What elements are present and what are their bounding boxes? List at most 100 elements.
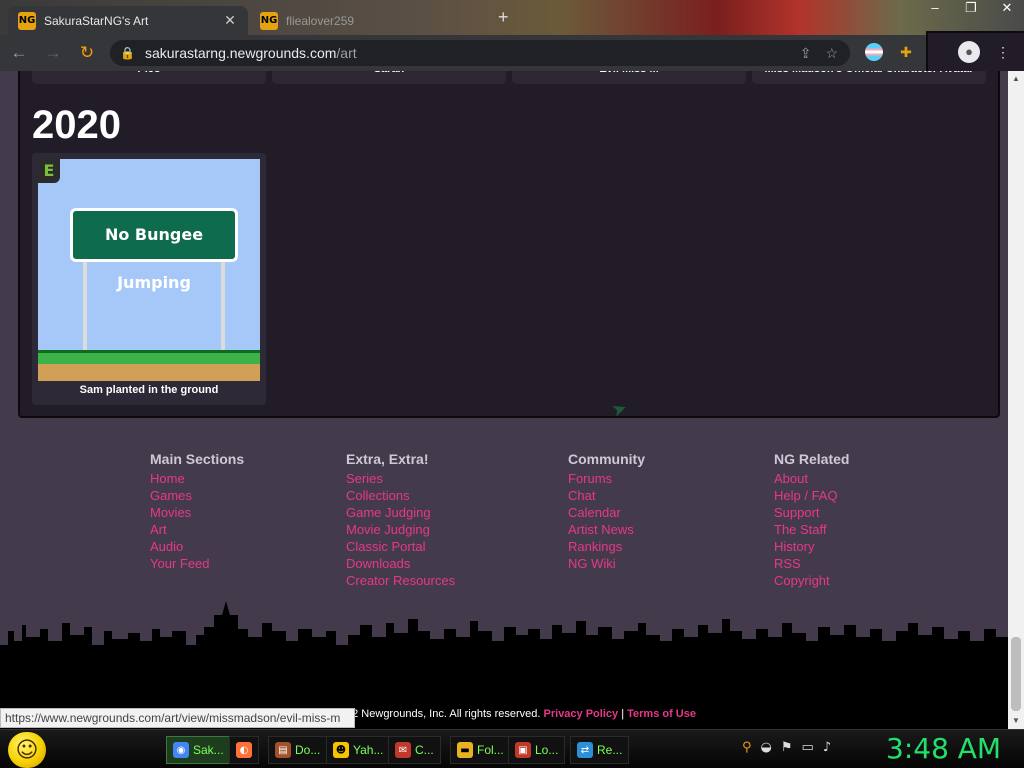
footer-link-copyright[interactable]: Copyright: [774, 572, 849, 589]
footer-link-forums[interactable]: Forums: [568, 470, 645, 487]
system-tray: ⚲ ◒ ⚑ ▭ ♪: [742, 740, 831, 755]
privacy-policy-link[interactable]: Privacy Policy: [544, 708, 619, 720]
footer-link-art[interactable]: Art: [150, 521, 244, 538]
footer-link-downloads[interactable]: Downloads: [346, 555, 455, 572]
scroll-up-icon[interactable]: ▲: [1008, 71, 1024, 87]
scroll-down-icon[interactable]: ▼: [1008, 713, 1024, 729]
footer-link-creator-resources[interactable]: Creator Resources: [346, 572, 455, 589]
taskbar-item-document[interactable]: ▤ Do...: [268, 736, 328, 764]
previous-art-row: Pico Sarah Evil Miss M Miss Madson's Off…: [32, 71, 986, 84]
footer-link-about[interactable]: About: [774, 470, 849, 487]
mail-icon: ✉: [395, 742, 411, 758]
footer-heading: Extra, Extra!: [346, 451, 429, 467]
action-center-flag-icon[interactable]: ⚑: [781, 740, 793, 755]
copyright-text: 5-2022 Newgrounds, Inc. All rights reser…: [324, 708, 541, 720]
newgrounds-favicon-icon: NG: [260, 11, 278, 30]
taskbar-item-messenger[interactable]: ☻ Yah...: [326, 736, 391, 764]
scrollbar-thumb[interactable]: [1011, 637, 1021, 711]
footer-link-collections[interactable]: Collections: [346, 487, 455, 504]
back-arrow-icon[interactable]: ←: [4, 38, 34, 68]
url-bar[interactable]: 🔒 sakurastarng.newgrounds.com/art ⇪ ☆: [110, 40, 850, 66]
tab-sakurastar-art[interactable]: NG SakuraStarNG's Art ✕: [8, 6, 248, 35]
art-card-cutoff[interactable]: Miss Madson's Official Character Avatar: [752, 71, 986, 84]
footer-link-help-faq[interactable]: Help / FAQ: [774, 487, 849, 504]
grass-strip: [38, 350, 260, 364]
footer-link-the-staff[interactable]: The Staff: [774, 521, 849, 538]
messenger-status-icon[interactable]: ◒: [761, 740, 772, 755]
taskbar-item-browser[interactable]: ◉ Sak...: [166, 736, 231, 764]
taskbar-item-firefox[interactable]: ◐: [229, 736, 259, 764]
volume-icon[interactable]: ♪: [823, 740, 831, 755]
taskbar-item-label: Fol...: [477, 743, 504, 757]
taskbar-clock[interactable]: 3:48 AM: [886, 732, 1001, 765]
os-taskbar: ☺ ◉ Sak... ◐ ▤ Do... ☻ Yah... ✉ C... ▬ F…: [0, 729, 1024, 768]
footer-link-movie-judging[interactable]: Movie Judging: [346, 521, 455, 538]
footer-link-audio[interactable]: Audio: [150, 538, 244, 555]
firefox-icon: ◐: [236, 742, 252, 758]
rating-e-badge: E: [38, 159, 60, 183]
footer-link-game-judging[interactable]: Game Judging: [346, 504, 455, 521]
footer-link-rankings[interactable]: Rankings: [568, 538, 645, 555]
footer-link-your-feed[interactable]: Your Feed: [150, 555, 244, 572]
search-icon[interactable]: ⚲: [742, 740, 752, 755]
restore-icon[interactable]: ❐: [962, 0, 980, 16]
close-tab-icon[interactable]: ✕: [222, 12, 238, 29]
art-title[interactable]: Sam planted in the ground: [32, 384, 266, 396]
footer-extra: Extra, Extra! Series Collections Game Ju…: [346, 451, 455, 589]
browser-menu-icon[interactable]: ⋮: [992, 41, 1014, 63]
network-tray-icon[interactable]: ▭: [802, 740, 814, 755]
forward-arrow-icon[interactable]: →: [38, 38, 68, 68]
footer-heading: Community: [568, 451, 645, 467]
taskbar-item-label: Lo...: [535, 743, 559, 757]
art-card[interactable]: No Bungee Jumping E Sam planted in the g…: [32, 153, 266, 405]
terms-of-use-link[interactable]: Terms of Use: [627, 708, 696, 720]
address-toolbar: ← → ↻ 🔒 sakurastarng.newgrounds.com/art …: [0, 31, 1024, 382]
tab-second[interactable]: NG fliealover259: [250, 6, 485, 35]
extensions-puzzle-icon[interactable]: ✚: [895, 41, 917, 63]
minimize-icon[interactable]: –: [926, 0, 944, 16]
footer-link-chat[interactable]: Chat: [568, 487, 645, 504]
start-smiley-icon[interactable]: ☺: [8, 732, 46, 768]
art-card-cutoff[interactable]: Pico: [32, 71, 266, 84]
taskbar-item-folder[interactable]: ▬ Fol...: [450, 736, 511, 764]
network-icon: ⇄: [577, 742, 593, 758]
art-thumbnail[interactable]: No Bungee Jumping E: [38, 159, 260, 381]
profile-avatar-icon[interactable]: ●: [958, 41, 980, 63]
art-card-cutoff[interactable]: Evil Miss M: [512, 71, 746, 84]
new-tab-button[interactable]: +: [498, 7, 509, 28]
sign-post-right: [221, 262, 225, 352]
taskbar-item-label: Yah...: [353, 743, 384, 757]
newgrounds-favicon-icon: NG: [18, 11, 36, 30]
footer-link-series[interactable]: Series: [346, 470, 455, 487]
taskbar-item-label: Do...: [295, 743, 321, 757]
reload-icon[interactable]: ↻: [72, 38, 102, 68]
footer-link-calendar[interactable]: Calendar: [568, 504, 645, 521]
taskbar-item-mail[interactable]: ✉ C...: [388, 736, 441, 764]
footer-link-history[interactable]: History: [774, 538, 849, 555]
bookmark-star-icon[interactable]: ☆: [825, 45, 838, 62]
art-card-cutoff[interactable]: Sarah: [272, 71, 506, 84]
taskbar-item-label: C...: [415, 743, 434, 757]
footer-link-movies[interactable]: Movies: [150, 504, 244, 521]
window-icon: ▣: [515, 742, 531, 758]
url-host: sakurastarng.newgrounds.com: [144, 45, 337, 61]
page-scrollbar[interactable]: ▲ ▼: [1008, 71, 1024, 729]
taskbar-item-network[interactable]: ⇄ Re...: [570, 736, 630, 764]
sign-post-left: [83, 262, 87, 352]
page-content: Pico Sarah Evil Miss M Miss Madson's Off…: [0, 71, 1008, 729]
footer-link-rss[interactable]: RSS: [774, 555, 849, 572]
taskbar-item-window[interactable]: ▣ Lo...: [508, 736, 566, 764]
pride-flag-extension-icon[interactable]: [863, 41, 885, 63]
footer-link-classic-portal[interactable]: Classic Portal: [346, 538, 455, 555]
taskbar-item-label: Sak...: [193, 743, 224, 757]
tab-title: SakuraStarNG's Art: [44, 13, 149, 28]
footer-link-home[interactable]: Home: [150, 470, 244, 487]
share-icon[interactable]: ⇪: [800, 45, 812, 62]
lock-icon: 🔒: [120, 46, 135, 60]
footer-link-artist-news[interactable]: Artist News: [568, 521, 645, 538]
footer-link-support[interactable]: Support: [774, 504, 849, 521]
footer-link-ng-wiki[interactable]: NG Wiki: [568, 555, 645, 572]
footer-link-games[interactable]: Games: [150, 487, 244, 504]
tab-title: fliealover259: [286, 13, 355, 28]
close-window-icon[interactable]: ✕: [998, 0, 1016, 16]
